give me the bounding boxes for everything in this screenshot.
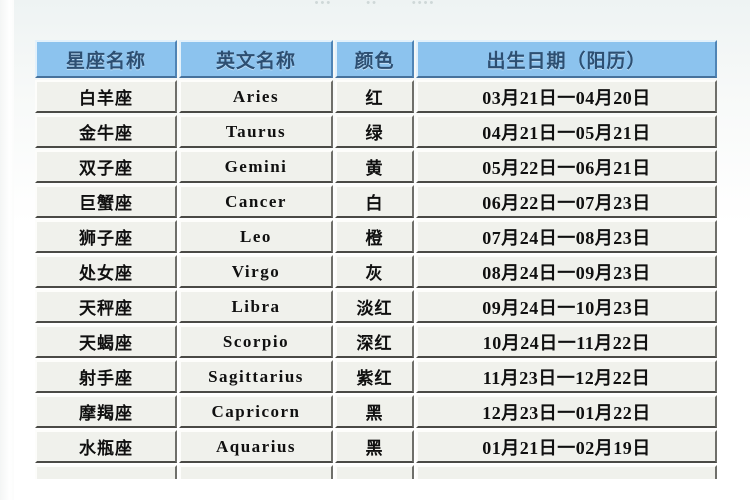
cell-english: Libra [179,290,333,323]
cell-name: 白羊座 [35,80,177,113]
cell-name: 双子座 [35,150,177,183]
left-margin-strip [0,0,14,500]
table-row: 天蝎座 Scorpio 深红 10月24日一11月22日 [35,325,717,358]
cell-english: Virgo [179,255,333,288]
cell-date: 09月24日一10月23日 [416,290,717,323]
cell-date: 04月21日一05月21日 [416,115,717,148]
cell-color: 黑 [335,395,414,428]
cell-color: 深红 [335,325,414,358]
clipped-top-mark: •••• [411,0,436,9]
clipped-cell-color [335,465,414,479]
cell-english: Aries [179,80,333,113]
cell-date: 10月24日一11月22日 [416,325,717,358]
zodiac-table-container: 星座名称 英文名称 颜色 出生日期（阳历） 白羊座 Aries 红 03月21日一04月20… [33,38,717,481]
table-row: 水瓶座 Aquarius 黑 01月21日一02月19日 [35,430,717,463]
zodiac-table: 星座名称 英文名称 颜色 出生日期（阳历） 白羊座 Aries 红 03月21日一04月20… [33,38,719,481]
cell-english: Leo [179,220,333,253]
cell-color: 橙 [335,220,414,253]
clipped-top-mark: •• [366,0,378,9]
cell-color: 灰 [335,255,414,288]
cell-name: 天秤座 [35,290,177,323]
clipped-cell-english [179,465,333,479]
table-row: 金牛座 Taurus 绿 04月21日一05月21日 [35,115,717,148]
cell-english: Aquarius [179,430,333,463]
cell-name: 摩羯座 [35,395,177,428]
cell-english: Sagittarius [179,360,333,393]
cell-english: Capricorn [179,395,333,428]
cell-date: 07月24日一08月23日 [416,220,717,253]
table-row: 巨蟹座 Cancer 白 06月22日一07月23日 [35,185,717,218]
table-row: 摩羯座 Capricorn 黑 12月23日一01月22日 [35,395,717,428]
cell-name: 水瓶座 [35,430,177,463]
clipped-cell-date [416,465,717,479]
cell-date: 05月22日一06月21日 [416,150,717,183]
column-header-date[interactable]: 出生日期（阳历） [416,40,717,78]
cell-name: 巨蟹座 [35,185,177,218]
cell-color: 红 [335,80,414,113]
clipped-top-mark: ••• [314,0,333,9]
cell-color: 黄 [335,150,414,183]
cell-name: 射手座 [35,360,177,393]
cell-english: Scorpio [179,325,333,358]
cell-color: 紫红 [335,360,414,393]
table-row: 双子座 Gemini 黄 05月22日一06月21日 [35,150,717,183]
cell-date: 08月24日一09月23日 [416,255,717,288]
table-row: 处女座 Virgo 灰 08月24日一09月23日 [35,255,717,288]
cell-name: 狮子座 [35,220,177,253]
cell-name: 天蝎座 [35,325,177,358]
cell-color: 白 [335,185,414,218]
cell-date: 12月23日一01月22日 [416,395,717,428]
header-row: 星座名称 英文名称 颜色 出生日期（阳历） [35,40,717,78]
cell-color: 绿 [335,115,414,148]
cell-english: Gemini [179,150,333,183]
cell-color: 淡红 [335,290,414,323]
table-header: 星座名称 英文名称 颜色 出生日期（阳历） [35,40,717,78]
cell-english: Taurus [179,115,333,148]
cell-english: Cancer [179,185,333,218]
cell-date: 01月21日一02月19日 [416,430,717,463]
cell-name: 处女座 [35,255,177,288]
clipped-top-text: ••• •• •••• [0,0,750,16]
table-body: 白羊座 Aries 红 03月21日一04月20日 金牛座 Taurus 绿 04月21日一0… [35,80,717,479]
cell-date: 11月23日一12月22日 [416,360,717,393]
clipped-cell-name [35,465,177,479]
cell-date: 03月21日一04月20日 [416,80,717,113]
clipped-table-row [35,465,717,479]
column-header-english[interactable]: 英文名称 [179,40,333,78]
table-row: 射手座 Sagittarius 紫红 11月23日一12月22日 [35,360,717,393]
cell-name: 金牛座 [35,115,177,148]
cell-date: 06月22日一07月23日 [416,185,717,218]
table-row: 白羊座 Aries 红 03月21日一04月20日 [35,80,717,113]
column-header-color[interactable]: 颜色 [335,40,414,78]
column-header-name[interactable]: 星座名称 [35,40,177,78]
table-row: 狮子座 Leo 橙 07月24日一08月23日 [35,220,717,253]
cell-color: 黑 [335,430,414,463]
table-row: 天秤座 Libra 淡红 09月24日一10月23日 [35,290,717,323]
